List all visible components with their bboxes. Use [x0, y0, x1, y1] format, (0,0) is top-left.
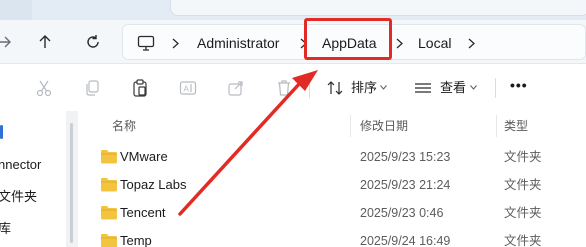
file-date: 2025/9/23 15:23 — [360, 150, 451, 164]
chevron-right-icon[interactable] — [171, 38, 180, 49]
tab-strip — [0, 0, 586, 20]
navigation-pane: nnector 文件夹 库 — [0, 111, 66, 247]
chevron-down-icon — [470, 85, 477, 90]
breadcrumb-local[interactable]: Local — [418, 34, 451, 52]
file-type: 文件夹 — [504, 150, 542, 164]
column-header-name[interactable]: 名称 — [112, 118, 136, 134]
file-name: Temp — [120, 233, 152, 247]
tab-strip-left — [0, 0, 32, 20]
toolbar-divider — [495, 78, 496, 98]
file-name: Tencent — [120, 205, 166, 220]
chevron-right-icon[interactable] — [395, 38, 404, 49]
cut-icon[interactable] — [35, 79, 53, 97]
folder-icon — [101, 178, 117, 192]
file-row[interactable]: Tencent 2025/9/23 0:46 文件夹 — [78, 199, 586, 227]
file-date: 2025/9/24 16:49 — [360, 234, 451, 247]
paste-icon[interactable] — [131, 79, 149, 97]
sort-button[interactable]: 排序 — [320, 64, 392, 111]
rename-icon[interactable]: A — [179, 79, 197, 97]
refresh-icon — [87, 35, 99, 48]
chevron-down-icon — [380, 85, 387, 90]
file-date: 2025/9/23 0:46 — [360, 206, 444, 220]
folder-icon — [101, 234, 117, 247]
annotation-highlight-box — [304, 18, 392, 60]
forward-button[interactable] — [0, 28, 18, 56]
file-date: 2025/9/23 21:24 — [360, 178, 451, 192]
arrow-up-icon — [39, 35, 51, 48]
column-divider[interactable] — [496, 115, 497, 137]
refresh-button[interactable] — [79, 28, 107, 56]
sort-icon — [327, 81, 343, 95]
file-row[interactable]: VMware 2025/9/23 15:23 文件夹 — [78, 143, 586, 171]
column-header-type[interactable]: 类型 — [504, 118, 528, 134]
command-bar: A 排序 查看 ••• — [0, 64, 586, 111]
svg-text:A: A — [184, 85, 190, 94]
file-name: Topaz Labs — [120, 177, 187, 192]
nav-item-connector[interactable]: nnector — [0, 157, 41, 173]
file-type: 文件夹 — [504, 178, 542, 192]
file-type: 文件夹 — [504, 206, 542, 220]
share-icon[interactable] — [227, 79, 245, 97]
delete-icon[interactable] — [275, 79, 293, 97]
active-tab[interactable] — [170, 0, 586, 16]
navigation-bar: Administrator AppData Local — [0, 20, 586, 64]
file-list: 名称 修改日期 类型 VMware 2025/9/23 15:23 文件夹 To… — [78, 111, 586, 247]
selection-indicator — [0, 125, 3, 139]
view-label: 查看 — [440, 80, 467, 95]
column-header-date[interactable]: 修改日期 — [360, 118, 408, 134]
file-name: VMware — [120, 149, 168, 164]
scrollbar-thumb[interactable] — [70, 123, 73, 243]
this-pc-icon[interactable] — [137, 34, 155, 52]
nav-item-folders[interactable]: 文件夹 — [0, 189, 37, 205]
nav-item-library[interactable]: 库 — [0, 221, 11, 237]
navigation-pane-scrollbar[interactable] — [66, 111, 78, 247]
up-button[interactable] — [31, 28, 59, 56]
copy-icon[interactable] — [83, 79, 101, 97]
sort-label: 排序 — [351, 80, 378, 95]
view-icon — [415, 83, 431, 93]
view-button[interactable]: 查看 — [410, 64, 482, 111]
folder-icon — [101, 150, 117, 164]
breadcrumb-administrator[interactable]: Administrator — [197, 34, 279, 52]
column-divider[interactable] — [350, 115, 351, 137]
toolbar-divider — [309, 78, 310, 98]
file-type: 文件夹 — [504, 234, 542, 247]
more-options-button[interactable]: ••• — [510, 76, 528, 94]
chevron-right-icon[interactable] — [467, 38, 476, 49]
file-row[interactable]: Topaz Labs 2025/9/23 21:24 文件夹 — [78, 171, 586, 199]
arrow-right-icon — [0, 36, 11, 48]
file-row[interactable]: Temp 2025/9/24 16:49 文件夹 — [78, 227, 586, 247]
folder-icon — [101, 206, 117, 220]
